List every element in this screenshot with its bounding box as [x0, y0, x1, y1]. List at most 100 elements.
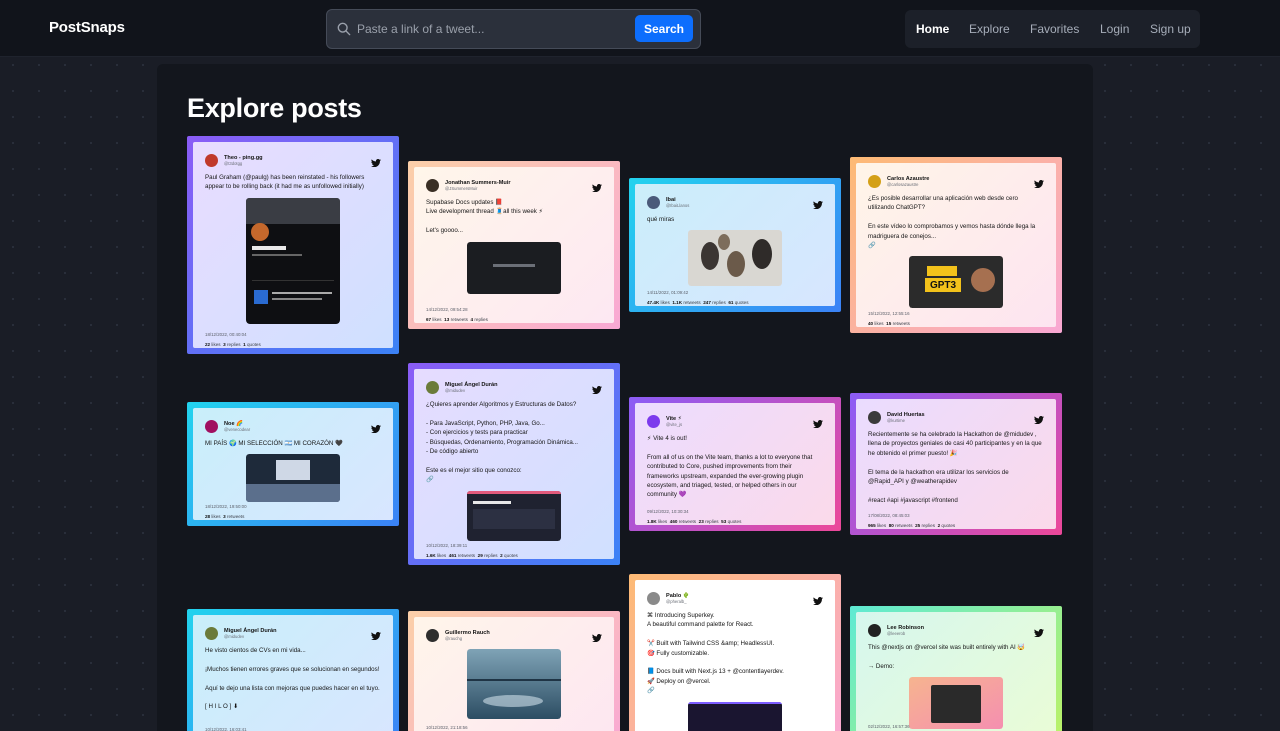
author-handle: @IbaiLlanos [666, 202, 690, 208]
author-handle: @pheralb_ [666, 598, 687, 604]
author-handle: @carlosazaustre [887, 181, 919, 187]
nav-explore[interactable]: Explore [969, 22, 1010, 36]
tweet-date: 10/12/2022, 18:39:11 [426, 543, 468, 548]
nav-favorites[interactable]: Favorites [1030, 22, 1079, 36]
tweet-date: 18/12/2022, 19:50:00 [205, 504, 247, 509]
tweet-stats: 28 likes 3 retweets [205, 514, 245, 519]
avatar [868, 410, 881, 424]
supabase-dark-screen-image [467, 241, 561, 294]
tweet-link-input[interactable] [357, 10, 657, 48]
post-card[interactable]: Miguel Ángel Durán @midudev ¿Quieres apren… [408, 363, 620, 565]
post-card[interactable]: Noe 🌈 @venecodear MI PAÍS 🌍 MI SELECCIÓN 🇦… [187, 402, 399, 526]
twitter-bird-icon [592, 179, 602, 192]
tweet-text: ¿Quieres aprender Algoritmos y Estructur… [426, 401, 579, 484]
dark-phone-screenshot-image [246, 197, 340, 324]
tweet-date: 10/12/2022, 21:18:56 [426, 725, 468, 730]
avatar [426, 380, 439, 394]
tweet-text: qué miras [647, 216, 675, 223]
avatar [868, 623, 881, 637]
post-card[interactable]: Pablo 🌵 @pheralb_ ⌘ Introducing Superkey. … [629, 574, 841, 731]
post-card[interactable]: Jonathan Summers-Muir @JSummersMuir Supaba… [408, 161, 620, 329]
tweet-author: David Huertas @kurtime [868, 409, 1044, 425]
author-handle: @kurtime [887, 417, 905, 423]
tweet-author: Lee Robinson @leeerob [868, 622, 1044, 638]
search-button[interactable]: Search [635, 15, 693, 42]
author-name: Theo - ping.gg [224, 154, 263, 161]
twitter-bird-icon [371, 154, 381, 167]
ai-site-screen-image [909, 677, 1003, 730]
twitter-bird-icon [813, 196, 823, 209]
post-card[interactable]: Carlos Azaustre @carlosazaustre ¿Es posibl… [850, 157, 1062, 333]
main-nav: Home Explore Favorites Login Sign up [905, 10, 1200, 48]
post-card[interactable]: Lee Robinson @leeerob This @nextjs on @ver… [850, 606, 1062, 731]
tweet-date: 18/12/2022, 00:40:04 [205, 332, 247, 337]
tweet-author: Theo - ping.gg @t3dotgg [205, 152, 381, 168]
author-name: David Huertas [887, 411, 925, 418]
post-card[interactable]: David Huertas @kurtime Recientemente se ha… [850, 393, 1062, 535]
search-icon [337, 22, 351, 36]
avatar [647, 591, 660, 605]
twitter-bird-icon [1034, 411, 1044, 424]
tweet-author: Carlos Azaustre @carlosazaustre [868, 173, 1044, 189]
tweet-preview: Carlos Azaustre @carlosazaustre ¿Es posibl… [856, 163, 1056, 327]
avatar [647, 195, 660, 209]
tweet-author: Guillermo Rauch @rauchg [426, 627, 602, 643]
twitter-bird-icon [371, 420, 381, 433]
author-name: Carlos Azaustre [887, 175, 930, 182]
tweet-text: Recientemente se ha celebrado la Hackath… [868, 431, 1042, 504]
tweet-preview: Ibai @IbaiLlanos qué miras 14/11/2022, 01:0… [635, 184, 835, 306]
tweet-preview: Jonathan Summers-Muir @JSummersMuir Supaba… [414, 167, 614, 323]
author-handle: @midudev [224, 633, 245, 639]
dogs-photo-image [688, 230, 782, 287]
tweet-author: Noe 🌈 @venecodear [205, 418, 381, 434]
nav-signup[interactable]: Sign up [1150, 22, 1191, 36]
tweet-text: This @nextjs on @vercel site was built e… [868, 644, 1026, 670]
tweet-author: Vite ⚡ @vite_js [647, 413, 823, 429]
post-card[interactable]: Theo - ping.gg @t3dotgg Paul Graham (@paul… [187, 136, 399, 354]
tweet-preview: Guillermo Rauch @rauchg 10/12/2022, 21:18:… [414, 617, 614, 731]
superkey-screen-image [688, 701, 782, 731]
author-name: Miguel Ángel Durán [224, 627, 277, 634]
author-handle: @midudev [445, 387, 466, 393]
author-handle: @vite_js [666, 421, 683, 427]
post-card[interactable]: Vite ⚡ @vite_js ⚡ Vite 4 is out! From all … [629, 397, 841, 531]
author-name: Lee Robinson [887, 624, 924, 631]
tweet-text: ⚡ Vite 4 is out! From all of us on the V… [647, 435, 813, 499]
avatar [868, 174, 881, 188]
author-handle: @venecodear [224, 426, 251, 432]
nav-home[interactable]: Home [916, 22, 949, 36]
author-name: Jonathan Summers-Muir [445, 179, 511, 186]
author-name: Pablo 🌵 [666, 592, 690, 599]
avatar [426, 178, 439, 192]
tweet-author: Ibai @IbaiLlanos [647, 194, 823, 210]
tweet-stats: 40 likes 15 retweets [868, 321, 910, 326]
page-title: Explore posts [187, 93, 362, 123]
tweet-date: 10/12/2022, 16:03:41 [205, 727, 247, 731]
tweet-date: 02/12/2022, 16:57:36 [868, 724, 910, 729]
tweet-preview: David Huertas @kurtime Recientemente se ha… [856, 399, 1056, 529]
twitter-bird-icon [813, 415, 823, 428]
svg-text:GPT3: GPT3 [930, 280, 957, 291]
tweet-stats: 965 likes 80 retweets 25 replies 2 quote… [868, 523, 956, 528]
nav-login[interactable]: Login [1100, 22, 1129, 36]
brand-logo[interactable]: PostSnaps [49, 19, 125, 36]
avatar [205, 626, 218, 640]
tweet-author: Miguel Ángel Durán @midudev [205, 625, 381, 641]
tweet-search-bar: Search [326, 9, 701, 49]
post-card[interactable]: Guillermo Rauch @rauchg 10/12/2022, 21:18:… [408, 611, 620, 731]
author-name: Guillermo Rauch [445, 629, 490, 636]
post-card[interactable]: Ibai @IbaiLlanos qué miras 14/11/2022, 01:0… [629, 178, 841, 312]
tweet-preview: Lee Robinson @leeerob This @nextjs on @ver… [856, 612, 1056, 731]
twitter-bird-icon [592, 381, 602, 394]
twitter-bird-icon [813, 592, 823, 605]
post-card[interactable]: Miguel Ángel Durán @midudev He visto cient… [187, 609, 399, 731]
author-handle: @rauchg [445, 635, 463, 641]
gpt3-thumbnail-image: GPT3 [909, 256, 1003, 309]
tweet-author: Jonathan Summers-Muir @JSummersMuir [426, 177, 602, 193]
author-name: Miguel Ángel Durán [445, 381, 498, 388]
twitter-bird-icon [1034, 624, 1044, 637]
author-handle: @leeerob [887, 630, 906, 636]
top-navbar: PostSnaps Search Home Explore Favorites … [0, 0, 1280, 57]
tweet-stats: 47.4K likes 1.1K retweets 247 replies 61… [647, 300, 749, 305]
tweet-date: 09/12/2022, 10:30:34 [647, 509, 689, 514]
